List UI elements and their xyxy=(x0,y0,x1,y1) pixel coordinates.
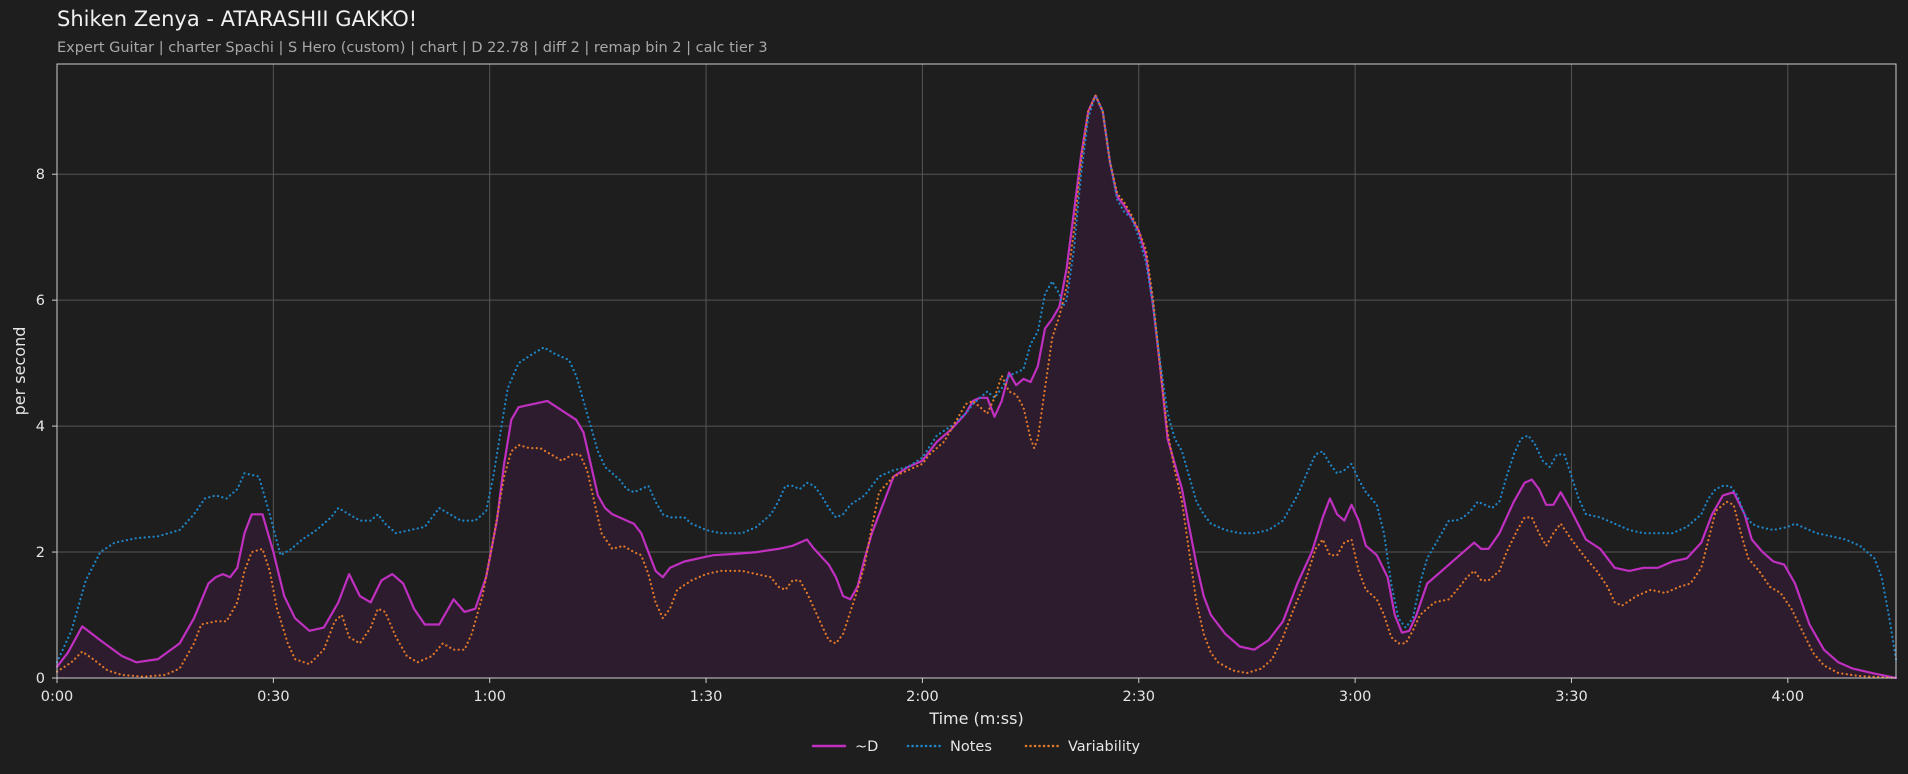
legend-label-2: Variability xyxy=(1068,739,1141,755)
y-axis-label: per second xyxy=(10,327,29,416)
legend: ~D Notes Variability xyxy=(811,739,1141,755)
legend-label-0: ~D xyxy=(855,739,878,755)
y-tick-label: 2 xyxy=(36,545,45,561)
legend-label-1: Notes xyxy=(950,739,992,755)
y-tick-label: 8 xyxy=(36,167,45,183)
y-tick-label: 4 xyxy=(36,419,45,435)
x-tick-label: 2:30 xyxy=(1122,689,1155,705)
x-tick-label: 3:00 xyxy=(1339,689,1372,705)
y-tick-label: 6 xyxy=(36,293,45,309)
y-ticks: 0 2 4 6 8 xyxy=(36,167,57,687)
x-tick-label: 0:30 xyxy=(257,689,290,705)
x-tick-label: 4:00 xyxy=(1772,689,1805,705)
x-tick-label: 1:00 xyxy=(473,689,506,705)
x-axis-label: Time (m:ss) xyxy=(928,709,1023,728)
y-tick-label: 0 xyxy=(36,671,45,687)
x-tick-label: 1:30 xyxy=(690,689,723,705)
x-tick-label: 2:00 xyxy=(906,689,939,705)
area-fill-0 xyxy=(57,95,1896,678)
area-fills xyxy=(57,95,1896,678)
line-chart: 0:00 0:30 1:00 1:30 2:00 2:30 3:00 3:30 4:00 0 2 4… xyxy=(10,63,1898,755)
x-ticks: 0:00 0:30 1:00 1:30 2:00 2:30 3:00 3:30 4:00 xyxy=(41,678,1804,705)
x-tick-label: 0:00 xyxy=(41,689,74,705)
x-tick-label: 3:30 xyxy=(1555,689,1588,705)
